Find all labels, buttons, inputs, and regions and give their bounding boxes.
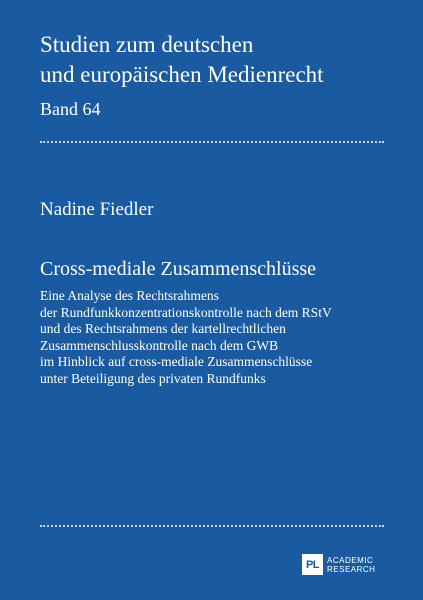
series-title: Studien zum deutschen und europäischen M… [40,30,400,90]
subtitle-line: im Hinblick auf cross-mediale Zusammensc… [40,354,313,370]
subtitle-line: der Rundfunkkonzentrationskontrolle nach… [40,304,332,320]
book-title: Cross-mediale Zusammenschlüsse [40,258,317,280]
publisher-line-1: ACADEMIC [327,555,374,565]
publisher-mark-icon: PL [302,554,323,575]
series-title-line-1: Studien zum deutschen [40,32,254,57]
volume-number: Band 64 [40,99,101,119]
publisher-line-2: RESEARCH [327,564,376,574]
subtitle-line: unter Beteiligung des privaten Rundfunks [40,370,266,386]
dotted-divider-top [40,141,384,143]
publisher-logo: PL ACADEMIC RESEARCH [302,554,375,575]
book-cover: Studien zum deutschen und europäischen M… [0,0,423,600]
dotted-divider-bottom [40,525,384,527]
subtitle-line: und des Rechtsrahmens der kartellrechtli… [40,321,286,337]
subtitle-line: Zusammenschlusskontrolle nach dem GWB [40,337,279,353]
publisher-wordmark: ACADEMIC RESEARCH [327,556,375,574]
book-subtitle: Eine Analyse des Rechtsrahmens der Rundf… [40,288,400,388]
series-title-line-2: und europäischen Medienrecht [40,62,324,87]
subtitle-line: Eine Analyse des Rechtsrahmens [40,288,219,303]
author-name: Nadine Fiedler [40,199,154,220]
